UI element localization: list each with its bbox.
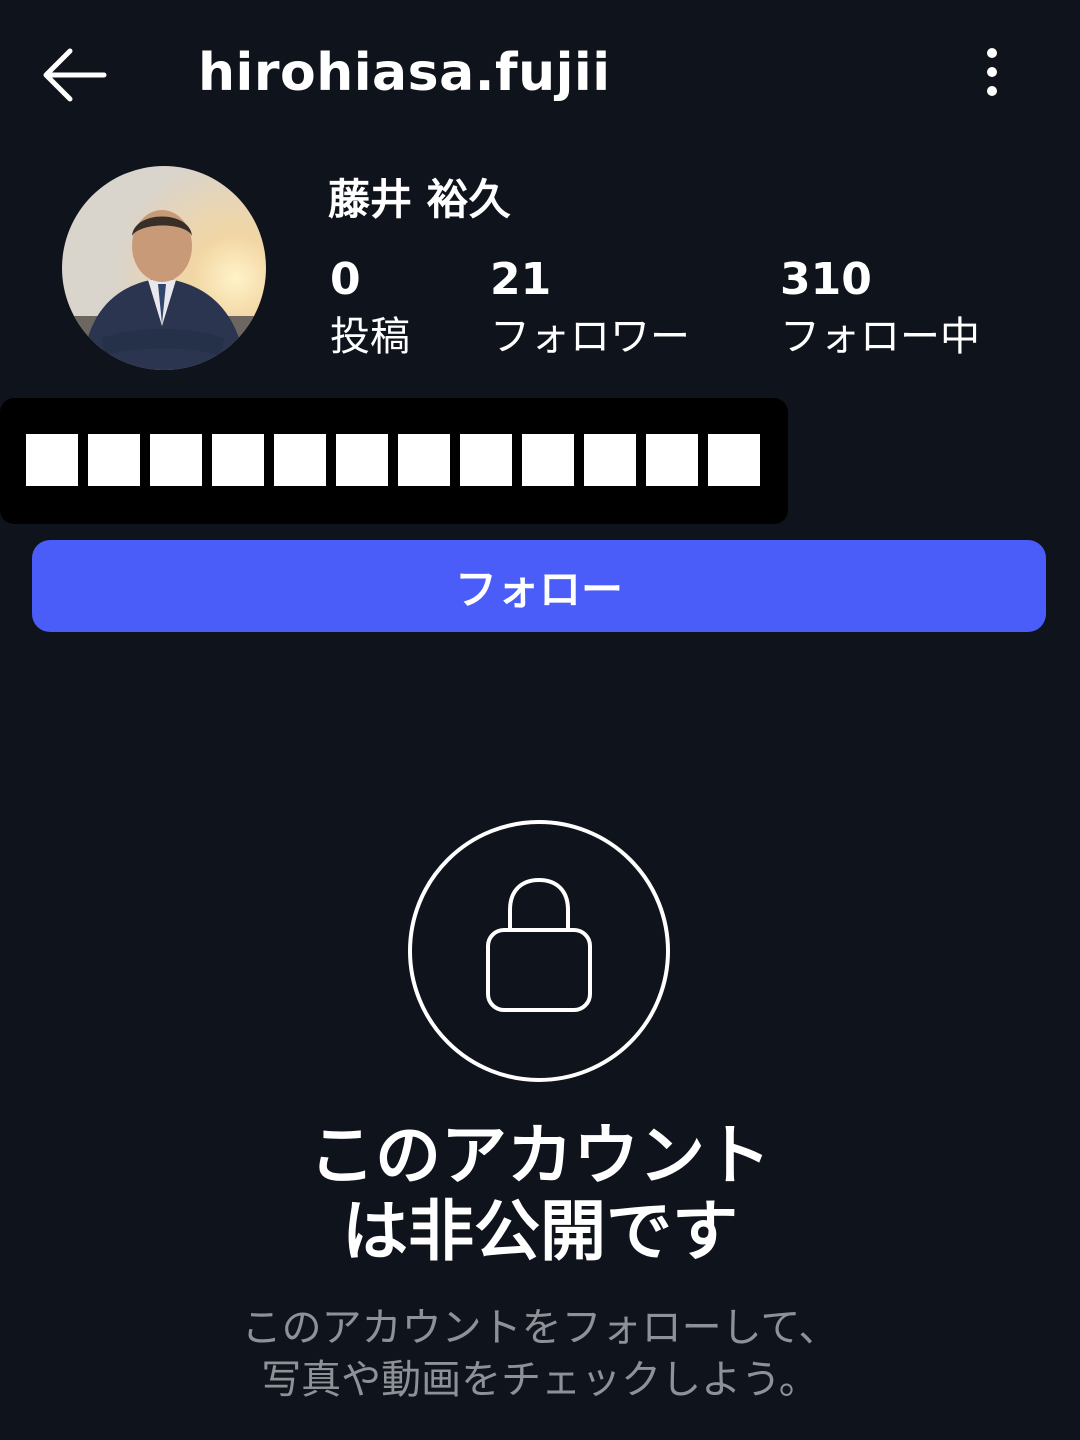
profile-avatar[interactable] — [62, 166, 266, 370]
following-label: フォロー中 — [780, 314, 980, 360]
display-name: 藤井 裕久 — [328, 175, 511, 224]
more-options-button[interactable] — [968, 40, 1016, 104]
redaction-block — [398, 434, 450, 486]
redacted-bio — [0, 398, 788, 524]
redaction-block — [646, 434, 698, 486]
posts-label: 投稿 — [330, 314, 410, 360]
arrow-left-icon — [43, 48, 107, 102]
avatar-photo — [62, 166, 266, 370]
posts-count: 0 — [330, 254, 361, 305]
redaction-block — [150, 434, 202, 486]
redaction-block — [212, 434, 264, 486]
redaction-block — [460, 434, 512, 486]
redaction-block — [708, 434, 760, 486]
top-bar: hirohiasa.fujii — [0, 0, 1080, 140]
private-subtitle-line-2: 写真や動画をチェックしよう。 — [261, 1357, 819, 1403]
private-lock — [406, 818, 672, 1084]
follow-button[interactable]: フォロー — [32, 540, 1046, 632]
redaction-block — [274, 434, 326, 486]
followers-label: フォロワー — [490, 314, 690, 360]
private-title-line-1: このアカウント — [309, 1117, 771, 1194]
profile-page: hirohiasa.fujii 藤井 裕久 0 投稿 21 フォロワー 310 … — [0, 0, 1080, 1440]
stat-posts: 0 投稿 — [330, 252, 410, 366]
back-button[interactable] — [38, 40, 114, 110]
redaction-block — [336, 434, 388, 486]
private-subtitle-line-1: このアカウントをフォローして、 — [241, 1305, 839, 1351]
redaction-block — [26, 434, 78, 486]
private-account-subtitle: このアカウントをフォローして、 写真や動画をチェックしよう。 — [0, 1302, 1080, 1406]
private-title-line-2: は非公開です — [342, 1193, 738, 1270]
redaction-block — [88, 434, 140, 486]
stat-followers[interactable]: 21 フォロワー — [490, 252, 690, 366]
header-username: hirohiasa.fujii — [198, 43, 611, 103]
stat-following[interactable]: 310 フォロー中 — [780, 252, 980, 366]
followers-count: 21 — [490, 254, 552, 305]
lock-icon — [408, 820, 670, 1082]
redaction-blocks — [26, 434, 760, 486]
following-count: 310 — [780, 254, 872, 305]
redaction-block — [522, 434, 574, 486]
more-vertical-icon — [987, 48, 997, 96]
private-account-title: このアカウント は非公開です — [0, 1118, 1080, 1270]
redaction-block — [584, 434, 636, 486]
